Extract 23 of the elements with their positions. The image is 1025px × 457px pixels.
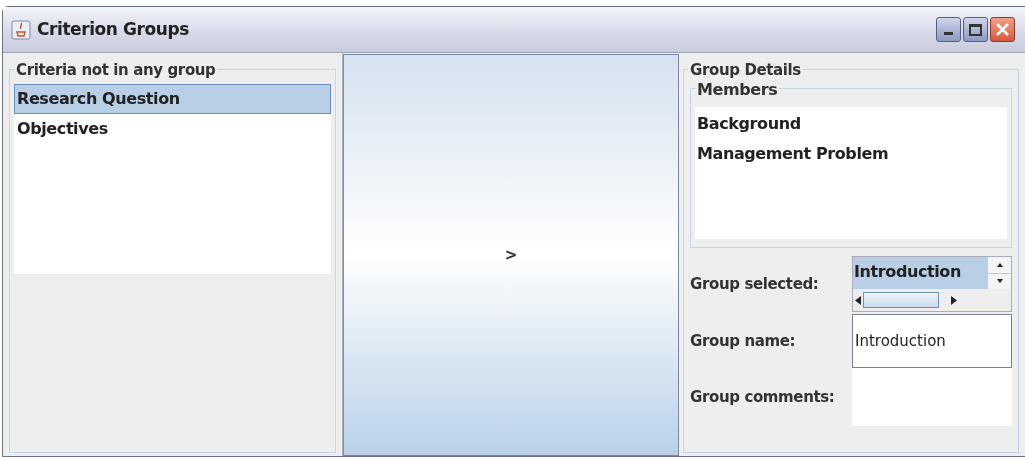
field-label: Group selected:	[690, 273, 820, 295]
list-item[interactable]: Background	[695, 109, 1007, 139]
right-arrow-icon	[951, 295, 957, 305]
list-item[interactable]: Research Question	[14, 84, 331, 114]
left-arrow-icon	[855, 295, 861, 305]
window-title: Criterion Groups	[37, 17, 189, 41]
close-icon	[995, 22, 1010, 37]
group-selector[interactable]: Introduction	[852, 256, 1012, 312]
app-icon	[11, 19, 31, 40]
minimize-button[interactable]	[936, 17, 961, 42]
close-button[interactable]	[990, 17, 1015, 42]
move-right-button[interactable]: >	[343, 54, 679, 456]
maximize-button[interactable]	[963, 17, 988, 42]
criteria-list[interactable]: Research Question Objectives	[14, 84, 331, 274]
list-item[interactable]: Objectives	[14, 114, 331, 144]
down-arrow-icon	[996, 279, 1003, 284]
group-comments-field[interactable]	[852, 368, 1012, 426]
field-label: Group comments:	[690, 386, 836, 408]
field-label: Group name:	[690, 330, 797, 352]
group-name-field[interactable]: Introduction	[852, 314, 1012, 368]
list-item[interactable]: Management Problem	[695, 139, 1007, 169]
members-list[interactable]: Background Management Problem	[695, 107, 1007, 239]
up-arrow-icon	[996, 262, 1003, 267]
